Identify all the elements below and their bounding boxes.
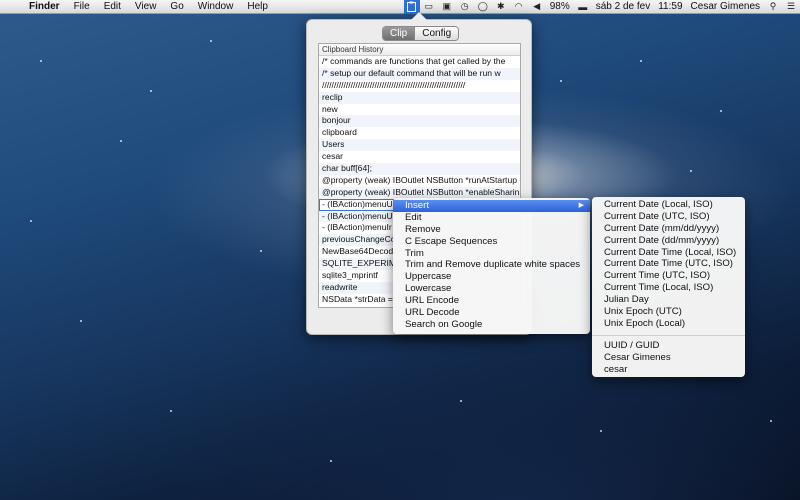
insert-unix-epoch-utc[interactable]: Unix Epoch (UTC) bbox=[592, 306, 745, 318]
history-item[interactable]: /* commands are functions that get calle… bbox=[319, 56, 520, 68]
menu-item-c-escape[interactable]: C Escape Sequences bbox=[393, 236, 590, 248]
menu-view[interactable]: View bbox=[128, 0, 164, 14]
menu-item-lowercase[interactable]: Lowercase bbox=[393, 283, 590, 295]
history-item[interactable]: reclip bbox=[319, 91, 520, 104]
menu-window[interactable]: Window bbox=[191, 0, 241, 14]
menu-separator bbox=[592, 334, 745, 336]
insert-current-datetime-local-iso[interactable]: Current Date Time (Local, ISO) bbox=[592, 247, 745, 259]
menu-help[interactable]: Help bbox=[240, 0, 275, 14]
tab-control: Clip Config bbox=[382, 26, 460, 41]
menu-item-edit[interactable]: Edit bbox=[393, 212, 590, 224]
history-item[interactable]: @property (weak) IBOutlet NSButton *enab… bbox=[319, 186, 520, 199]
menu-item-insert[interactable]: Insert ▶ bbox=[393, 200, 590, 212]
insert-full-name[interactable]: Cesar Gimenes bbox=[592, 352, 745, 364]
context-menu: Insert ▶ Edit Remove C Escape Sequences … bbox=[393, 198, 590, 334]
volume-icon[interactable]: ◀ bbox=[528, 1, 546, 12]
history-item[interactable]: Users bbox=[319, 139, 520, 152]
airplay-icon[interactable]: ▭ bbox=[420, 1, 438, 12]
history-item[interactable]: clipboard bbox=[319, 127, 520, 139]
insert-current-time-local-iso[interactable]: Current Time (Local, ISO) bbox=[592, 282, 745, 294]
menu-go[interactable]: Go bbox=[163, 0, 190, 14]
insert-submenu: Current Date (Local, ISO) Current Date (… bbox=[592, 197, 745, 377]
insert-current-date-mmddyyyy[interactable]: Current Date (mm/dd/yyyy) bbox=[592, 223, 745, 235]
spotlight-icon[interactable]: ⚲ bbox=[764, 1, 782, 12]
notification-center-icon[interactable]: ☰ bbox=[782, 1, 800, 12]
menu-item-uppercase[interactable]: Uppercase bbox=[393, 271, 590, 283]
menu-bar: Finder File Edit View Go Window Help ▭ ▣… bbox=[0, 0, 800, 14]
tab-clip[interactable]: Clip bbox=[383, 27, 415, 40]
menu-finder[interactable]: Finder bbox=[22, 0, 67, 14]
insert-current-date-local-iso[interactable]: Current Date (Local, ISO) bbox=[592, 199, 745, 211]
history-item[interactable]: bonjour bbox=[319, 115, 520, 128]
menu-item-trim[interactable]: Trim bbox=[393, 248, 590, 260]
menu-item-url-encode[interactable]: URL Encode bbox=[393, 295, 590, 307]
menu-item-remove[interactable]: Remove bbox=[393, 224, 590, 236]
insert-current-date-ddmmyyyy[interactable]: Current Date (dd/mm/yyyy) bbox=[592, 235, 745, 247]
date-label[interactable]: sáb 2 de fev bbox=[592, 0, 654, 14]
menu-item-search-google[interactable]: Search on Google bbox=[393, 319, 590, 331]
time-label[interactable]: 11:59 bbox=[654, 0, 686, 14]
history-item[interactable]: @property (weak) IBOutlet NSButton *runA… bbox=[319, 175, 520, 187]
user-name[interactable]: Cesar Gimenes bbox=[687, 0, 764, 14]
bluetooth-icon[interactable]: ✱ bbox=[492, 1, 510, 12]
history-item[interactable]: new bbox=[319, 104, 520, 116]
tab-config[interactable]: Config bbox=[414, 27, 459, 40]
insert-current-date-utc-iso[interactable]: Current Date (UTC, ISO) bbox=[592, 211, 745, 223]
history-item[interactable]: /* setup our default command that will b… bbox=[319, 67, 520, 80]
menu-edit[interactable]: Edit bbox=[97, 0, 128, 14]
time-machine-icon[interactable]: ◷ bbox=[456, 1, 474, 12]
menu-file[interactable]: File bbox=[67, 0, 97, 14]
menu-item-label: Insert bbox=[405, 200, 429, 211]
insert-username[interactable]: cesar bbox=[592, 364, 745, 376]
history-item[interactable]: cesar bbox=[319, 151, 520, 163]
battery-icon: ▬ bbox=[578, 1, 588, 12]
history-header[interactable]: Clipboard History bbox=[319, 44, 520, 56]
battery-percent[interactable]: 98% bbox=[546, 0, 574, 14]
submenu-arrow-icon: ▶ bbox=[578, 202, 584, 209]
messages-icon[interactable]: ◯ bbox=[474, 1, 492, 12]
camera-icon[interactable]: ▣ bbox=[438, 1, 456, 12]
insert-julian-day[interactable]: Julian Day bbox=[592, 294, 745, 306]
insert-current-datetime-utc-iso[interactable]: Current Date Time (UTC, ISO) bbox=[592, 258, 745, 270]
insert-unix-epoch-local[interactable]: Unix Epoch (Local) bbox=[592, 318, 745, 330]
menu-item-url-decode[interactable]: URL Decode bbox=[393, 307, 590, 319]
insert-current-time-utc-iso[interactable]: Current Time (UTC, ISO) bbox=[592, 270, 745, 282]
history-item[interactable]: ////////////////////////////////////////… bbox=[319, 80, 520, 92]
insert-uuid-guid[interactable]: UUID / GUID bbox=[592, 340, 745, 352]
wifi-icon[interactable]: ◠ bbox=[510, 1, 528, 12]
history-item[interactable]: char buff[64]; bbox=[319, 163, 520, 175]
popover-arrow bbox=[411, 12, 427, 20]
menu-item-trim-duplicates[interactable]: Trim and Remove duplicate white spaces bbox=[393, 259, 590, 271]
